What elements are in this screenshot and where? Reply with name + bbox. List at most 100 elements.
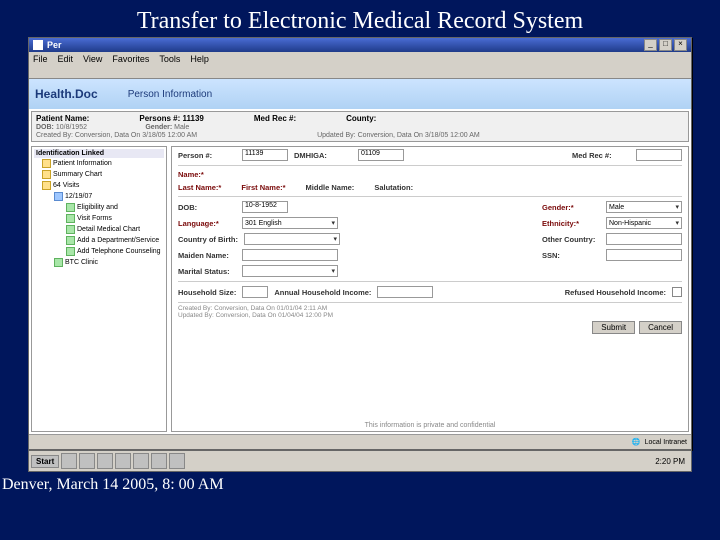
cob-label: Country of Birth:: [178, 235, 238, 244]
marital-label: Marital Status:: [178, 267, 236, 276]
slide-footer: Denver, March 14 2005, 8: 00 AM: [2, 476, 720, 494]
other-country-label: Other Country:: [542, 235, 600, 244]
minimize-button[interactable]: _: [644, 39, 657, 51]
form-medrec-input[interactable]: [636, 149, 682, 161]
page-icon: [66, 203, 75, 212]
tree-visit-forms[interactable]: Visit Forms: [77, 215, 112, 222]
cob-select[interactable]: [244, 233, 340, 245]
window-title: Per: [47, 40, 62, 50]
menubar: File Edit View Favorites Tools Help: [29, 52, 691, 66]
page-icon: [54, 258, 63, 267]
nav-tree[interactable]: Identification Linked Patient Informatio…: [31, 146, 167, 432]
form-audit2: Updated By: Conversion, Data On 01/04/04…: [172, 312, 688, 319]
gender-form-label: Gender:*: [542, 203, 600, 212]
income-label: Annual Household Income:: [274, 288, 371, 297]
taskbar: Start 2:20 PM: [28, 450, 692, 472]
dob-input[interactable]: 10-8-1952: [242, 201, 288, 213]
start-button[interactable]: Start: [31, 455, 59, 468]
toolbar: [29, 66, 691, 79]
gender-select[interactable]: Male: [606, 201, 682, 213]
updated-by: Updated By: Conversion, Data On 3/18/05 …: [317, 132, 480, 139]
close-button[interactable]: ×: [674, 39, 687, 51]
last-name-label: Last Name:*: [178, 183, 221, 192]
submit-button[interactable]: Submit: [592, 321, 635, 334]
taskbar-app-5[interactable]: [133, 453, 149, 469]
form-dmhiga-input[interactable]: 01109: [358, 149, 404, 161]
ethnicity-label: Ethnicity:*: [542, 219, 600, 228]
section-title: Person Information: [128, 89, 213, 100]
taskbar-app-6[interactable]: [151, 453, 167, 469]
household-size-input[interactable]: [242, 286, 268, 298]
tree-btc-clinic[interactable]: BTC Clinic: [65, 259, 98, 266]
form-person-value: 11139: [242, 149, 288, 161]
dob-label: DOB: 10/8/1952: [36, 124, 87, 131]
county-label: County:: [346, 114, 376, 123]
ssn-label: SSN:: [542, 251, 600, 260]
marital-select[interactable]: [242, 265, 338, 277]
menu-file[interactable]: File: [33, 54, 48, 64]
tree-eligibility[interactable]: Eligibility and: [77, 204, 118, 211]
privacy-notice: This information is private and confiden…: [172, 422, 688, 429]
form-name-label: Name:*: [178, 170, 236, 179]
zone-label: Local Intranet: [645, 439, 687, 446]
taskbar-app-2[interactable]: [79, 453, 95, 469]
folder-icon: [42, 170, 51, 179]
income-input[interactable]: [377, 286, 433, 298]
page-icon: [66, 247, 75, 256]
page-icon: [66, 236, 75, 245]
refused-income-label: Refused Household Income:: [565, 288, 666, 297]
page-icon: [66, 214, 75, 223]
taskbar-app-7[interactable]: [169, 453, 185, 469]
folder-icon: [42, 181, 51, 190]
salutation-label: Salutation:: [374, 183, 413, 192]
form-medrec-label: Med Rec #:: [572, 151, 630, 160]
tree-add-dept[interactable]: Add a Department/Service: [77, 237, 159, 244]
menu-edit[interactable]: Edit: [58, 54, 74, 64]
medrec-label: Med Rec #:: [254, 114, 296, 123]
household-size-label: Household Size:: [178, 288, 236, 297]
created-by: Created By: Conversion, Data On 3/18/05 …: [36, 132, 197, 139]
tree-patient-info[interactable]: Patient Information: [53, 160, 112, 167]
tree-detail-chart[interactable]: Detail Medical Chart: [77, 226, 140, 233]
middle-name-label: Middle Name:: [306, 183, 355, 192]
menu-help[interactable]: Help: [190, 54, 209, 64]
globe-icon: 🌐: [632, 438, 641, 446]
form-dmhiga-label: DMHIGA:: [294, 151, 352, 160]
patient-info-bar: Patient Name: Persons #: 11139 Med Rec #…: [31, 111, 689, 142]
ssn-input[interactable]: [606, 249, 682, 261]
tree-add-counseling[interactable]: Add Telephone Counseling: [77, 248, 161, 255]
page-icon: [66, 225, 75, 234]
refused-income-checkbox[interactable]: [672, 287, 682, 297]
other-country-input[interactable]: [606, 233, 682, 245]
folder-icon: [42, 159, 51, 168]
maiden-input[interactable]: [242, 249, 338, 261]
titlebar[interactable]: Per _ □ ×: [29, 38, 691, 52]
tree-summary-chart[interactable]: Summary Chart: [53, 171, 102, 178]
maximize-button[interactable]: □: [659, 39, 672, 51]
form-audit1: Created By: Conversion, Data On 01/01/04…: [172, 305, 688, 312]
tree-visit-date[interactable]: 12/19/07: [65, 193, 92, 200]
header-strip: Health.Doc Person Information: [29, 79, 691, 109]
menu-favorites[interactable]: Favorites: [112, 54, 149, 64]
menu-tools[interactable]: Tools: [159, 54, 180, 64]
menu-view[interactable]: View: [83, 54, 102, 64]
taskbar-clock: 2:20 PM: [651, 457, 689, 466]
taskbar-app-3[interactable]: [97, 453, 113, 469]
patient-name-label: Patient Name:: [36, 114, 89, 123]
page-icon: [54, 192, 63, 201]
app-window: Per _ □ × File Edit View Favorites Tools…: [28, 37, 692, 450]
taskbar-app-4[interactable]: [115, 453, 131, 469]
language-select[interactable]: 301 English: [242, 217, 338, 229]
persons-num-label: Persons #: 11139: [139, 114, 204, 123]
app-icon: [33, 40, 43, 50]
taskbar-app-1[interactable]: [61, 453, 77, 469]
slide-title: Transfer to Electronic Medical Record Sy…: [0, 8, 720, 35]
brand-logo: Health.Doc: [35, 87, 98, 101]
tree-visits[interactable]: 64 Visits: [53, 182, 79, 189]
tree-header: Identification Linked: [34, 149, 164, 158]
first-name-label: First Name:*: [241, 183, 285, 192]
form-panel: Person #:11139 DMHIGA:01109 Med Rec #: N…: [171, 146, 689, 432]
cancel-button[interactable]: Cancel: [639, 321, 682, 334]
ethnicity-select[interactable]: Non-Hispanic: [606, 217, 682, 229]
gender-label: Gender: Male: [145, 124, 189, 131]
